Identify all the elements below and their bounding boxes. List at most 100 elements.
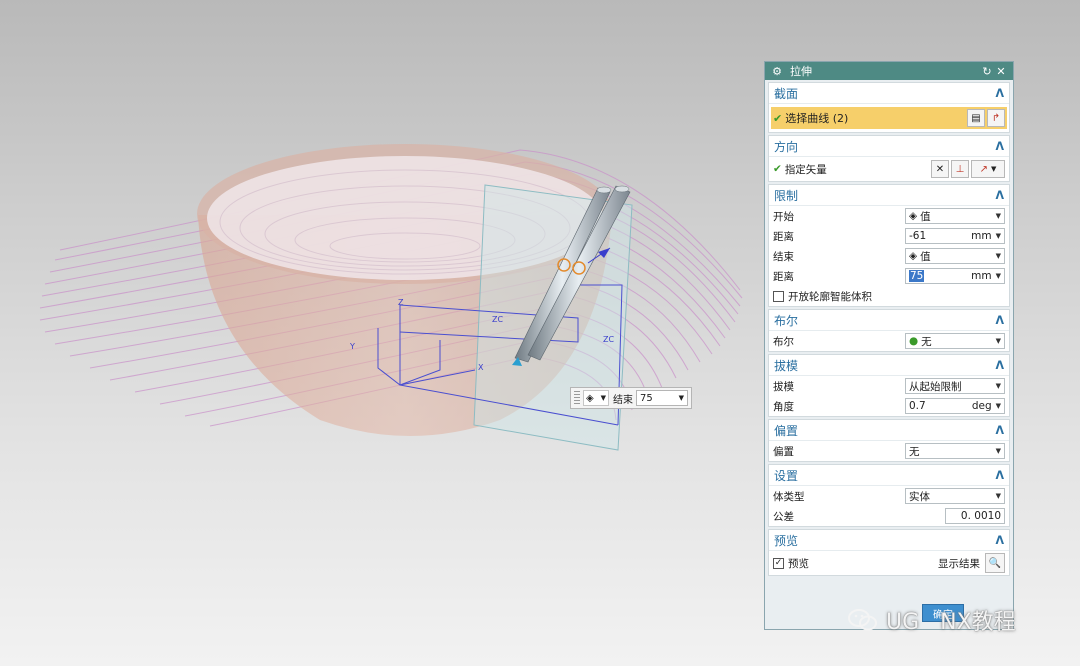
settings-header[interactable]: 设置 ᐱ [769,465,1009,486]
dialog-titlebar[interactable]: ⚙ 拉伸 ↻ ✕ [765,62,1013,80]
boolean-title: 布尔 [774,313,799,328]
draft-dropdown[interactable]: 从起始限制 ▼ [905,378,1005,394]
magnifier-icon: 🔍 [988,557,1002,569]
reverse-direction-icon[interactable]: ✕ [931,160,949,178]
body-type-row: 体类型 实体 ▼ [769,486,1009,506]
open-profile-checkbox[interactable] [773,290,784,302]
limits-header[interactable]: 限制 ᐱ [769,185,1009,206]
chevron-down-icon: ▼ [678,394,684,402]
collapse-icon[interactable]: ᐱ [995,189,1004,202]
chevron-down-icon: ▼ [991,165,997,173]
section-panel: 截面 ᐱ ✔ 选择曲线 (2) ▤ ↱ [768,82,1010,133]
start-type-value: 值 [920,210,931,223]
collapse-icon[interactable]: ᐱ [995,359,1004,372]
collapse-icon[interactable]: ᐱ [995,424,1004,437]
settings-title: 设置 [774,468,799,483]
limits-title: 限制 [774,188,799,203]
chevron-down-icon: ▼ [995,382,1001,390]
svg-text:Y: Y [349,342,355,351]
watermark-text: UG NX教程 [886,610,1016,635]
collapse-icon[interactable]: ᐱ [995,140,1004,153]
unit-label: mm [971,270,992,282]
preview-header[interactable]: 预览 ᐱ [769,530,1009,551]
preview-row: ✓ 预览 显示结果 🔍 [769,551,1009,575]
limit-type-dropdown[interactable]: ◈ ▼ [583,390,609,406]
floating-end-limit-toolbar: ◈ ▼ 结束 75 ▼ [570,387,692,409]
start-distance-input[interactable]: -61 mm ▼ [905,228,1005,244]
boolean-value: 无 [921,335,932,348]
vector-dialog-icon[interactable]: ⊥ [951,160,969,178]
svg-text:ZC: ZC [603,335,614,344]
chevron-down-icon: ▼ [995,402,1001,410]
gear-icon[interactable]: ⚙ [770,65,784,78]
offset-panel: 偏置 ᐱ 偏置 无 ▼ [768,419,1010,462]
select-curve-row[interactable]: ✔ 选择曲线 (2) ▤ ↱ [771,107,1007,129]
end-value-text: 75 [640,392,653,404]
start-distance-row: 距离 -61 mm ▼ [769,226,1009,246]
offset-label: 偏置 [773,445,794,458]
graphics-viewport[interactable]: Z Y X ZC ZC ◈ ▼ 结束 75 ▼ [0,0,760,666]
offset-row: 偏置 无 ▼ [769,441,1009,461]
section-header[interactable]: 截面 ᐱ [769,83,1009,104]
watermark: UG NX教程 [848,602,1016,638]
reset-icon[interactable]: ↻ [980,65,994,78]
offset-header[interactable]: 偏置 ᐱ [769,420,1009,441]
end-type-dropdown[interactable]: ◈ 值 ▼ [905,248,1005,264]
wechat-logo-icon [848,609,877,631]
start-distance-label: 距离 [773,230,794,243]
preview-title: 预览 [774,533,799,548]
curve-select-icon[interactable]: ↱ [987,109,1005,127]
collapse-icon[interactable]: ᐱ [995,469,1004,482]
angle-row: 角度 0.7 deg ▼ [769,396,1009,416]
end-label: 结束 [613,394,633,406]
collapse-icon[interactable]: ᐱ [995,534,1004,547]
collapse-icon[interactable]: ᐱ [995,87,1004,100]
draft-panel: 拔模 ᐱ 拔模 从起始限制 ▼ 角度 0.7 deg ▼ [768,354,1010,417]
body-type-dropdown[interactable]: 实体 ▼ [905,488,1005,504]
boolean-label: 布尔 [773,335,794,348]
extrude-dialog: ⚙ 拉伸 ↻ ✕ 截面 ᐱ ✔ 选择曲线 (2) ▤ ↱ 方向 ᐱ ✔ 指定矢量… [764,61,1014,630]
3d-model-view[interactable]: Z Y X ZC ZC [0,0,760,666]
preview-panel: 预览 ᐱ ✓ 预览 显示结果 🔍 [768,529,1010,576]
end-type-value: 值 [920,250,931,263]
direction-header[interactable]: 方向 ᐱ [769,136,1009,157]
boolean-dropdown[interactable]: ● 无 ▼ [905,333,1005,349]
check-icon: ✔ [773,111,783,125]
show-result-label: 显示结果 [938,557,980,570]
boolean-row: 布尔 ● 无 ▼ [769,331,1009,351]
svg-text:Z: Z [398,298,404,307]
collapse-icon[interactable]: ᐱ [995,314,1004,327]
limits-panel: 限制 ᐱ 开始 ◈ 值 ▼ 距离 -61 mm ▼ 结束 ◈ 值 ▼ 距离 75… [768,184,1010,307]
open-profile-label: 开放轮廓智能体积 [788,290,872,303]
direction-panel: 方向 ᐱ ✔ 指定矢量 ✕ ⊥ ↗ ▼ [768,135,1010,182]
cube-value-icon: ◈ [909,210,918,222]
chevron-down-icon: ▼ [995,252,1001,260]
direction-title: 方向 [774,139,799,154]
start-type-dropdown[interactable]: ◈ 值 ▼ [905,208,1005,224]
unit-label: mm [971,230,992,242]
end-label: 结束 [773,250,794,263]
start-label: 开始 [773,210,794,223]
drag-grip-icon[interactable] [574,391,580,405]
angle-input[interactable]: 0.7 deg ▼ [905,398,1005,414]
body-type-label: 体类型 [773,490,805,503]
end-distance-row: 距离 75 mm ▼ [769,266,1009,286]
end-distance-input[interactable]: 75 mm ▼ [905,268,1005,284]
open-profile-row: 开放轮廓智能体积 [769,286,1009,306]
specify-vector-label: 指定矢量 [784,163,827,176]
draft-header[interactable]: 拔模 ᐱ [769,355,1009,376]
vector-type-dropdown[interactable]: ↗ ▼ [971,160,1005,178]
show-result-button[interactable]: 🔍 [985,553,1005,573]
boolean-header[interactable]: 布尔 ᐱ [769,310,1009,331]
start-row: 开始 ◈ 值 ▼ [769,206,1009,226]
cube-value-icon: ◈ [909,250,918,262]
tolerance-input[interactable]: 0. 0010 [945,508,1005,524]
chevron-down-icon: ▼ [600,394,606,402]
end-value-input[interactable]: 75 ▼ [636,390,688,406]
close-icon[interactable]: ✕ [994,65,1008,78]
boolean-none-icon: ● [909,335,919,347]
check-icon: ✔ [773,163,782,175]
offset-dropdown[interactable]: 无 ▼ [905,443,1005,459]
preview-checkbox[interactable]: ✓ [773,557,784,569]
sketch-section-icon[interactable]: ▤ [967,109,985,127]
